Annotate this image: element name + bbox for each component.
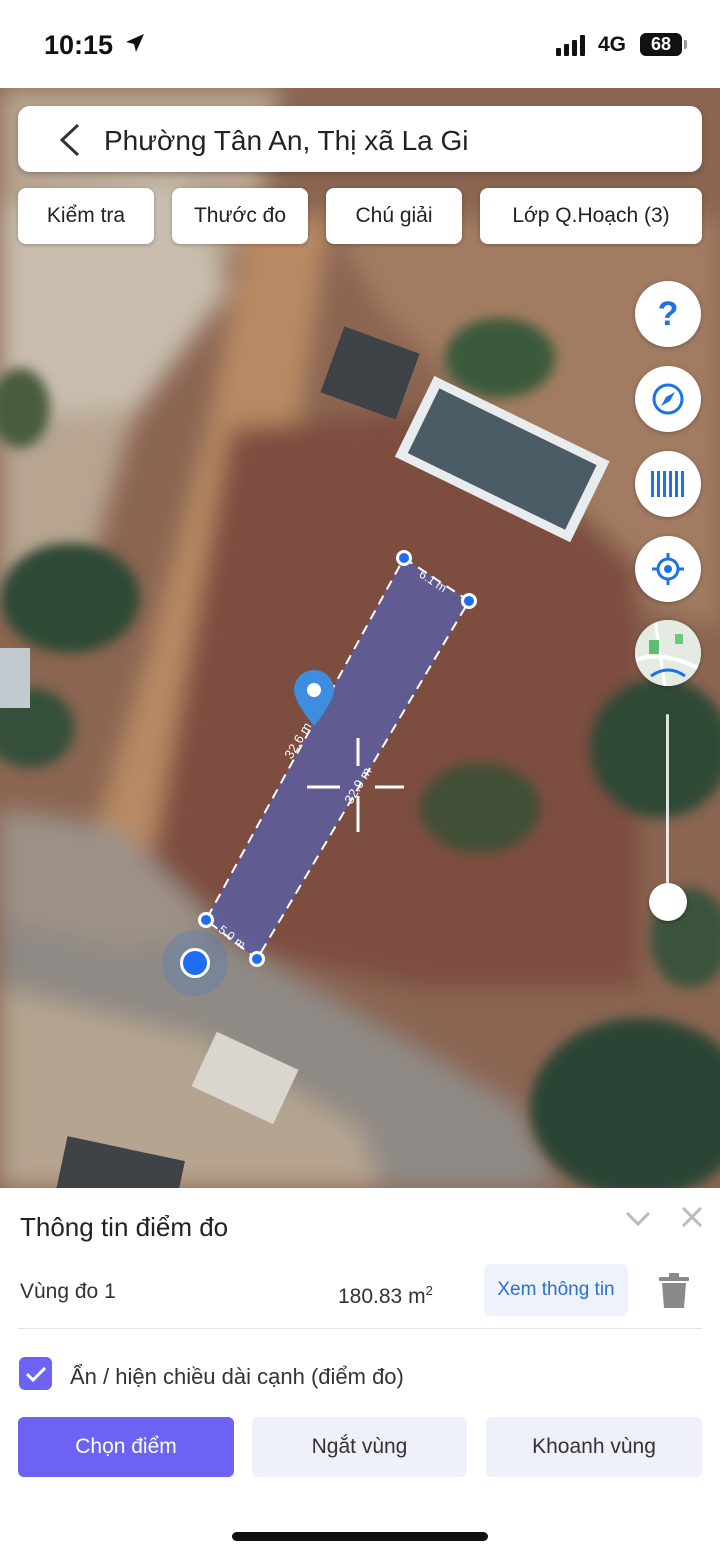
- help-button[interactable]: ?: [635, 281, 701, 347]
- map-imagery: [0, 88, 720, 1188]
- vertex-handle-bottom-left[interactable]: [198, 912, 214, 928]
- break-zone-button[interactable]: Ngắt vùng: [252, 1417, 467, 1477]
- view-info-button[interactable]: Xem thông tin: [484, 1264, 628, 1316]
- edge-length-toggle-label[interactable]: Ẩn / hiện chiều dài cạnh (điểm đo): [70, 1364, 404, 1390]
- chip-ruler[interactable]: Thước đo: [172, 188, 308, 244]
- help-icon: ?: [657, 294, 679, 333]
- current-location-marker: [180, 948, 210, 978]
- divider: [18, 1328, 702, 1329]
- select-point-button[interactable]: Chọn điểm: [18, 1417, 234, 1477]
- close-icon[interactable]: [680, 1205, 704, 1229]
- area-unit-exponent: 2: [425, 1283, 433, 1298]
- compass-icon: [652, 383, 684, 415]
- chip-legend[interactable]: Chú giải: [326, 188, 462, 244]
- locate-icon: [652, 553, 684, 585]
- barcode-button[interactable]: [635, 451, 701, 517]
- location-arrow-icon: [126, 34, 144, 52]
- edge-length-toggle-checkbox[interactable]: [19, 1357, 52, 1390]
- zone-name: Vùng đo 1: [20, 1280, 116, 1303]
- chevron-down-icon[interactable]: [624, 1208, 652, 1230]
- location-title[interactable]: Phường Tân An, Thị xã La Gi: [104, 125, 469, 157]
- signal-icon: [556, 34, 585, 56]
- zoom-slider-track[interactable]: [666, 714, 669, 904]
- map-layer-button[interactable]: [635, 620, 701, 686]
- measurement-panel: Thông tin điểm đo Vùng đo 1 180.83 m2 Xe…: [0, 1188, 720, 1558]
- locate-button[interactable]: [635, 536, 701, 602]
- satellite-map[interactable]: 6.1 m 32.6 m 32.9 m 5.0 m: [0, 88, 720, 1188]
- zoom-slider-handle[interactable]: [649, 883, 687, 921]
- back-arrow-icon[interactable]: [56, 122, 86, 158]
- vertex-handle-bottom-right[interactable]: [249, 951, 265, 967]
- vertex-handle-top-left[interactable]: [396, 550, 412, 566]
- location-header: Phường Tân An, Thị xã La Gi: [18, 106, 702, 172]
- status-bar: 10:15 4G 68: [0, 0, 720, 88]
- home-indicator[interactable]: [232, 1532, 488, 1541]
- enclose-zone-button[interactable]: Khoanh vùng: [486, 1417, 702, 1477]
- compass-button[interactable]: [635, 366, 701, 432]
- barcode-icon: [651, 471, 684, 497]
- chip-check[interactable]: Kiểm tra: [18, 188, 154, 244]
- zone-area: 180.83 m2: [338, 1283, 433, 1308]
- status-time: 10:15: [44, 30, 114, 60]
- checkmark-icon: [25, 1366, 46, 1382]
- trash-icon[interactable]: [656, 1272, 692, 1310]
- map-layer-icon: [635, 620, 701, 686]
- battery-icon: 68: [640, 33, 687, 56]
- panel-title: Thông tin điểm đo: [20, 1212, 229, 1242]
- network-type: 4G: [598, 33, 627, 56]
- vertex-handle-top-right[interactable]: [461, 593, 477, 609]
- chip-planning-layers[interactable]: Lớp Q.Hoạch (3): [480, 188, 702, 244]
- map-pin-icon[interactable]: [291, 668, 337, 728]
